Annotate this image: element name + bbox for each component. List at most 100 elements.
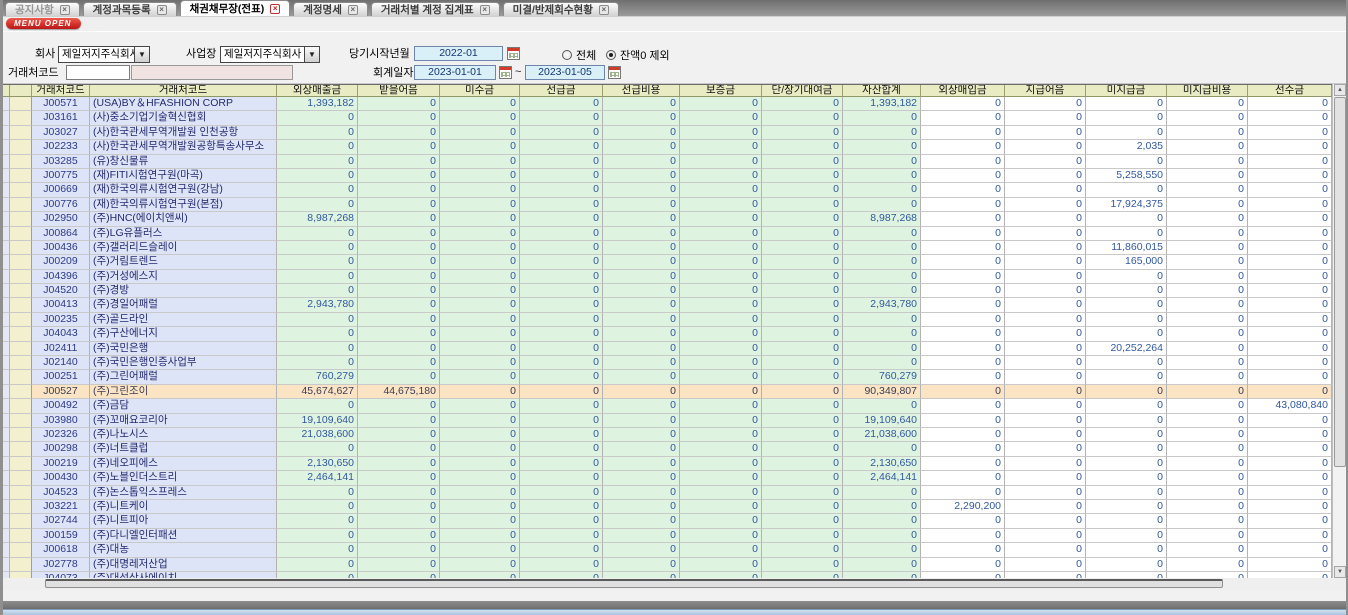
cell-value[interactable]: 0 — [762, 169, 843, 183]
cell-value[interactable]: 0 — [520, 457, 603, 471]
cell-value[interactable]: 0 — [520, 155, 603, 169]
cell-value[interactable]: 0 — [921, 212, 1005, 226]
calendar-icon[interactable] — [507, 47, 520, 60]
cell-value[interactable]: 0 — [440, 327, 520, 341]
cell-value[interactable]: 0 — [921, 255, 1005, 269]
cell-value[interactable]: 0 — [1248, 385, 1332, 399]
row-indicator-cell[interactable] — [3, 212, 10, 226]
cell-value[interactable]: 0 — [921, 558, 1005, 572]
cell-value[interactable]: 0 — [1086, 471, 1167, 485]
table-row[interactable]: J00492(주)금담00000000000043,080,840 — [3, 399, 1332, 413]
cell-value[interactable]: 0 — [680, 385, 762, 399]
cell-value[interactable]: 0 — [680, 457, 762, 471]
cell-value[interactable]: 0 — [921, 284, 1005, 298]
cell-value[interactable]: 0 — [680, 198, 762, 212]
cell-client-name[interactable]: (주)국민은행인증사업부 — [90, 356, 277, 370]
cell-value[interactable]: 0 — [762, 327, 843, 341]
cell-value[interactable]: 760,279 — [277, 370, 358, 384]
cell-value[interactable]: 2,290,200 — [921, 500, 1005, 514]
cell-value[interactable]: 0 — [1005, 227, 1086, 241]
date-from-input[interactable]: 2023-01-01 — [414, 65, 496, 80]
cell-client-code[interactable]: J02744 — [32, 514, 90, 528]
cell-value[interactable]: 0 — [1167, 500, 1248, 514]
cell-value[interactable]: 0 — [921, 471, 1005, 485]
cell-value[interactable]: 0 — [603, 543, 680, 557]
cell-client-name[interactable]: (주)나노시스 — [90, 428, 277, 442]
tab-close-icon[interactable]: × — [599, 5, 609, 15]
cell-value[interactable]: 0 — [680, 327, 762, 341]
cell-client-code[interactable]: J03161 — [32, 111, 90, 125]
row-indicator-cell[interactable] — [3, 399, 10, 413]
table-row[interactable]: J00159(주)다니엘인터패션0000000000000 — [3, 529, 1332, 543]
row-indicator-cell[interactable] — [3, 558, 10, 572]
row-selector-cell[interactable] — [10, 543, 32, 557]
cell-value[interactable]: 0 — [358, 370, 440, 384]
cell-value[interactable]: 0 — [1167, 514, 1248, 528]
cell-value[interactable]: 0 — [1167, 457, 1248, 471]
cell-value[interactable]: 0 — [440, 486, 520, 500]
cell-value[interactable]: 0 — [680, 428, 762, 442]
cell-value[interactable]: 0 — [277, 514, 358, 528]
cell-client-name[interactable]: (USA)BY＆HFASHION CORP — [90, 97, 277, 111]
row-indicator-cell[interactable] — [3, 270, 10, 284]
cell-value[interactable]: 0 — [680, 370, 762, 384]
cell-value[interactable]: 0 — [440, 442, 520, 456]
cell-value[interactable]: 20,252,264 — [1086, 342, 1167, 356]
table-row[interactable]: J02744(주)니트피아0000000000000 — [3, 514, 1332, 528]
cell-value[interactable]: 0 — [277, 111, 358, 125]
cell-client-code[interactable]: J02950 — [32, 212, 90, 226]
cell-value[interactable]: 0 — [440, 356, 520, 370]
cell-value[interactable]: 0 — [1248, 327, 1332, 341]
cell-client-name[interactable]: (사)한국관세무역개발원 인천공항 — [90, 126, 277, 140]
cell-client-code[interactable]: J00527 — [32, 385, 90, 399]
column-header[interactable]: 미수금 — [440, 85, 520, 97]
cell-value[interactable]: 0 — [1167, 270, 1248, 284]
cell-value[interactable]: 0 — [843, 342, 921, 356]
cell-value[interactable]: 0 — [1086, 514, 1167, 528]
cell-value[interactable]: 0 — [843, 126, 921, 140]
cell-client-name[interactable]: (주)경일어패럴 — [90, 298, 277, 312]
cell-value[interactable]: 0 — [680, 414, 762, 428]
cell-value[interactable]: 0 — [1167, 183, 1248, 197]
cell-value[interactable]: 0 — [1005, 140, 1086, 154]
cell-client-code[interactable]: J03221 — [32, 500, 90, 514]
cell-value[interactable]: 0 — [440, 457, 520, 471]
cell-value[interactable]: 0 — [358, 198, 440, 212]
cell-value[interactable]: 0 — [680, 500, 762, 514]
cell-value[interactable]: 0 — [603, 385, 680, 399]
cell-value[interactable]: 0 — [358, 457, 440, 471]
cell-value[interactable]: 0 — [1005, 255, 1086, 269]
column-header-blank[interactable] — [3, 85, 10, 97]
cell-value[interactable]: 0 — [843, 270, 921, 284]
cell-value[interactable]: 0 — [680, 241, 762, 255]
cell-value[interactable]: 0 — [680, 529, 762, 543]
cell-value[interactable]: 0 — [1167, 558, 1248, 572]
cell-value[interactable]: 0 — [1086, 126, 1167, 140]
cell-value[interactable]: 0 — [843, 356, 921, 370]
cell-value[interactable]: 0 — [358, 558, 440, 572]
cell-value[interactable]: 0 — [762, 428, 843, 442]
cell-value[interactable]: 0 — [762, 500, 843, 514]
cell-value[interactable]: 0 — [762, 227, 843, 241]
row-selector-cell[interactable] — [10, 558, 32, 572]
table-row[interactable]: J02778(주)대명레저산업0000000000000 — [3, 558, 1332, 572]
cell-value[interactable]: 0 — [680, 471, 762, 485]
cell-value[interactable]: 0 — [358, 241, 440, 255]
cell-value[interactable]: 0 — [921, 529, 1005, 543]
cell-value[interactable]: 0 — [520, 241, 603, 255]
cell-value[interactable]: 0 — [603, 356, 680, 370]
column-header[interactable]: 미지급비용 — [1167, 85, 1248, 97]
cell-client-code[interactable]: J00209 — [32, 255, 90, 269]
row-selector-cell[interactable] — [10, 270, 32, 284]
cell-client-code[interactable]: J00298 — [32, 442, 90, 456]
cell-value[interactable]: 0 — [440, 270, 520, 284]
cell-value[interactable]: 0 — [440, 183, 520, 197]
tab-1[interactable]: 공지사항× — [5, 2, 80, 16]
table-row[interactable]: J00413(주)경일어패럴2,943,7800000002,943,78000… — [3, 298, 1332, 312]
cell-client-code[interactable]: J04396 — [32, 270, 90, 284]
cell-value[interactable]: 0 — [603, 227, 680, 241]
cell-value[interactable]: 0 — [440, 97, 520, 111]
cell-value[interactable]: 0 — [358, 298, 440, 312]
cell-value[interactable]: 0 — [843, 313, 921, 327]
cell-value[interactable]: 0 — [1248, 183, 1332, 197]
